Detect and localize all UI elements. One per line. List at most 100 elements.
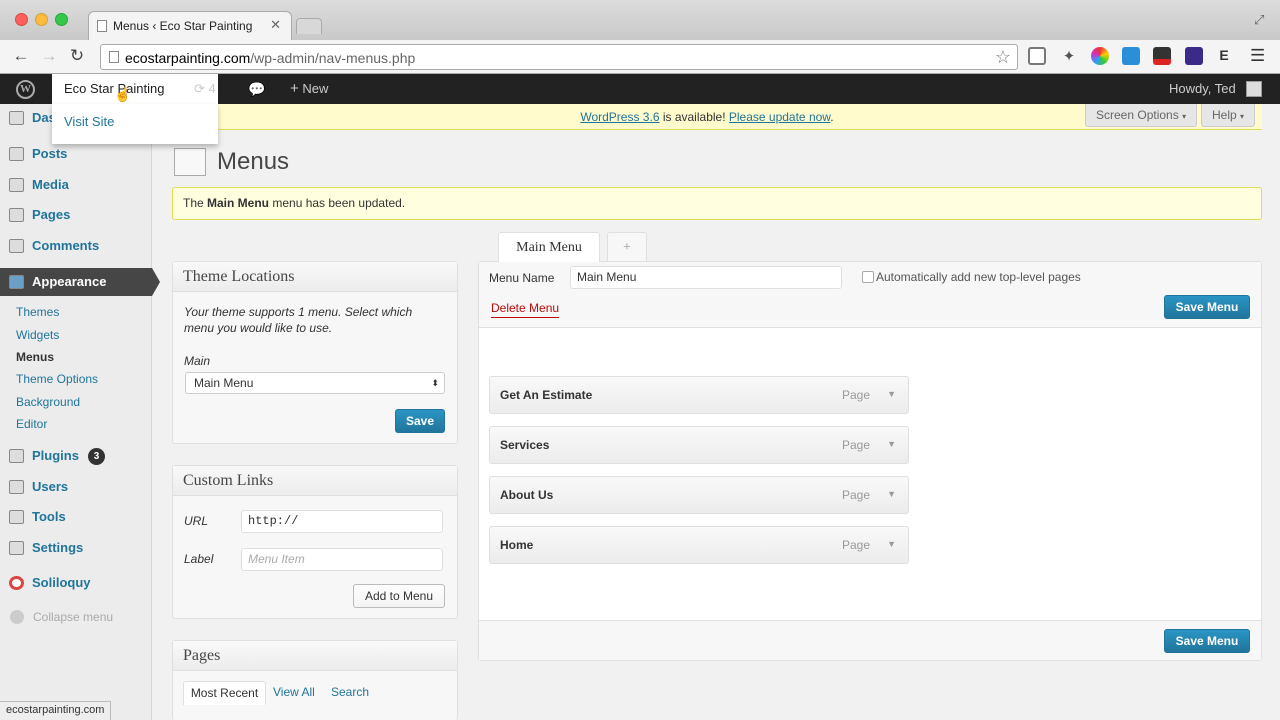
collapse-label: Collapse menu (33, 610, 114, 624)
wordpress-version-link[interactable]: WordPress 3.6 (580, 110, 659, 124)
menu-item-type: Page (841, 488, 870, 502)
tab-close-icon[interactable]: ✕ (270, 17, 281, 33)
sidebar-item-media[interactable]: Media (0, 171, 152, 199)
main-location-select[interactable]: Main Menu ⬍ (185, 372, 445, 394)
sidebar-item-posts[interactable]: Posts (0, 140, 152, 168)
browser-tab[interactable]: Menus ‹ Eco Star Painting ✕ (88, 11, 292, 40)
color-picker-icon[interactable] (1091, 47, 1109, 65)
screen-capture-icon[interactable] (1028, 47, 1046, 65)
theme-locations-desc: Your theme supports 1 menu. Select which… (184, 305, 413, 335)
sidebar-item-plugins[interactable]: Plugins 3 (0, 442, 152, 470)
update-now-link[interactable]: Please update now (729, 110, 830, 124)
forward-icon[interactable]: → (38, 46, 60, 66)
puzzle-icon[interactable]: ✦ (1060, 47, 1078, 65)
add-to-menu-button[interactable]: Add to Menu (353, 584, 445, 608)
page-icon (97, 20, 107, 32)
sidebar-item-tools[interactable]: Tools (0, 503, 152, 531)
submenu-widgets[interactable]: Widgets (0, 324, 152, 346)
save-locations-button[interactable]: Save (395, 409, 445, 433)
submenu-menus[interactable]: Menus (0, 346, 152, 368)
menu-icon[interactable]: ☰ (1250, 46, 1265, 66)
bookmark-star-icon[interactable]: ☆ (995, 47, 1011, 68)
add-menu-tab[interactable]: + (607, 232, 647, 262)
sidebar-item-appearance[interactable]: Appearance (0, 268, 160, 296)
comment-icon[interactable]: 💬 (248, 74, 265, 104)
submenu-themes[interactable]: Themes (0, 301, 152, 323)
sidebar-item-label: Media (32, 177, 69, 192)
tab-search[interactable]: Search (331, 685, 369, 699)
sidebar-item-label: Pages (32, 207, 71, 222)
help-button[interactable]: Help ▾ (1201, 104, 1256, 127)
menu-item[interactable]: Services Page ▼ (489, 426, 909, 464)
submenu-theme-options[interactable]: Theme Options (0, 368, 152, 390)
select-arrows-icon: ⬍ (431, 378, 439, 388)
mouse-cursor-icon: ☝ (114, 86, 132, 102)
sidebar-item-label: Tools (32, 509, 66, 524)
media-icon (9, 178, 24, 192)
selected-menu: Main Menu (194, 376, 254, 390)
reload-icon[interactable]: ↻ (66, 46, 88, 66)
menu-item[interactable]: Get An Estimate Page ▼ (489, 376, 909, 414)
chevron-down-icon[interactable]: ▼ (887, 389, 896, 399)
menu-name-input[interactable]: Main Menu (570, 266, 842, 289)
settings-icon (9, 541, 24, 555)
screen-options-button[interactable]: Screen Options ▾ (1085, 104, 1198, 127)
submenu-background[interactable]: Background (0, 391, 152, 413)
site-dropdown: Visit Site (52, 104, 218, 144)
chevron-down-icon[interactable]: ▼ (887, 489, 896, 499)
menu-item[interactable]: Home Page ▼ (489, 526, 909, 564)
menu-item-type: Page (841, 438, 870, 452)
page-title: Menus (217, 148, 290, 175)
new-content-menu[interactable]: + New (290, 74, 328, 104)
chevron-down-icon[interactable]: ▼ (887, 439, 896, 449)
menu-item[interactable]: About Us Page ▼ (489, 476, 909, 514)
save-menu-button[interactable]: Save Menu (1164, 295, 1250, 319)
new-tab-button[interactable] (296, 18, 322, 34)
back-icon[interactable]: ← (10, 46, 32, 66)
sidebar-item-pages[interactable]: Pages (0, 201, 152, 229)
label-input[interactable]: Menu Item (241, 548, 443, 571)
extension-icon[interactable]: E (1215, 47, 1233, 65)
custom-links-title[interactable]: Custom Links (173, 466, 457, 496)
submenu-editor[interactable]: Editor (0, 413, 152, 435)
address-bar[interactable]: ecostarpainting.com/wp-admin/nav-menus.p… (100, 44, 1018, 70)
refresh-icon: ⟳ (194, 81, 205, 96)
auto-add-checkbox[interactable] (862, 271, 874, 283)
minimize-window-button[interactable] (35, 13, 48, 26)
url-input[interactable]: http:// (241, 510, 443, 533)
browser-toolbar: ← → ↻ ecostarpainting.com/wp-admin/nav-m… (0, 40, 1280, 74)
collapse-menu-button[interactable]: Collapse menu (0, 605, 152, 629)
new-extension-icon[interactable] (1153, 47, 1171, 65)
tab-view-all[interactable]: View All (273, 685, 315, 699)
window-resizer-icon[interactable] (1122, 47, 1140, 65)
visit-site-link[interactable]: Visit Site (64, 114, 114, 129)
pages-box-title[interactable]: Pages (173, 641, 457, 671)
theme-locations-title[interactable]: Theme Locations (173, 262, 457, 292)
updates-menu[interactable]: ⟳ 4 (194, 74, 216, 104)
chevron-down-icon[interactable]: ▼ (887, 539, 896, 549)
zoom-window-button[interactable] (55, 13, 68, 26)
sidebar-item-settings[interactable]: Settings (0, 534, 152, 562)
wordpress-logo-icon[interactable]: W (16, 80, 35, 99)
save-menu-button-bottom[interactable]: Save Menu (1164, 629, 1250, 653)
chevron-down-icon: ▾ (1182, 112, 1187, 121)
new-label: New (302, 81, 329, 96)
menus-page-icon (174, 148, 206, 176)
fullscreen-icon[interactable]: ⤢ (1254, 12, 1264, 28)
close-window-button[interactable] (15, 13, 28, 26)
menu-name-label: Menu Name (489, 271, 555, 285)
posts-icon (9, 147, 24, 161)
sidebar-item-comments[interactable]: Comments (0, 232, 152, 260)
howdy-menu[interactable]: Howdy, Ted (1169, 74, 1236, 104)
menu-item-title: About Us (500, 488, 554, 502)
chevron-down-icon: ▾ (1240, 112, 1245, 121)
tab-most-recent[interactable]: Most Recent (183, 681, 266, 705)
sidebar-item-users[interactable]: Users (0, 473, 152, 501)
bookmark-manager-icon[interactable] (1185, 47, 1203, 65)
avatar[interactable] (1246, 81, 1262, 97)
tab-main-menu[interactable]: Main Menu (498, 232, 600, 262)
pages-icon (9, 208, 24, 222)
menu-item-type: Page (841, 538, 870, 552)
sidebar-item-soliloquy[interactable]: Soliloquy (0, 569, 152, 597)
delete-menu-link[interactable]: Delete Menu (491, 301, 560, 318)
